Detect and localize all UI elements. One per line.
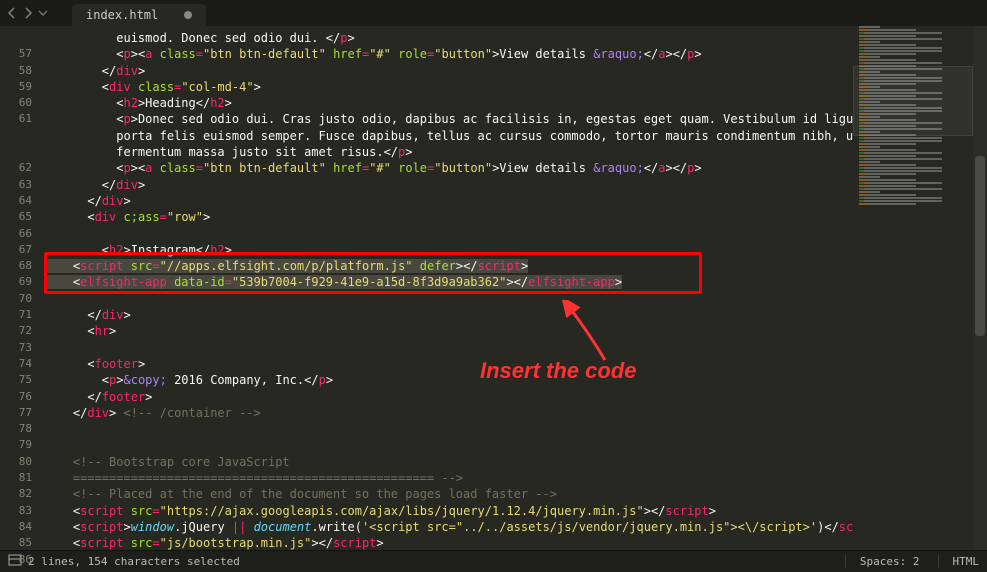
status-spaces[interactable]: Spaces: 2 bbox=[845, 555, 920, 568]
editor-area: 5758596061626364656667686970717273747576… bbox=[0, 26, 987, 550]
tab-bar: index.html bbox=[0, 0, 987, 26]
dropdown-icon[interactable] bbox=[38, 8, 48, 18]
vertical-scrollbar[interactable] bbox=[973, 26, 987, 550]
status-language[interactable]: HTML bbox=[938, 555, 980, 568]
code-editor[interactable]: euismod. Donec sed odio dui. </p> <p><a … bbox=[44, 26, 853, 550]
status-selection: 2 lines, 154 characters selected bbox=[28, 555, 240, 568]
scroll-thumb[interactable] bbox=[975, 156, 985, 336]
minimap-viewport[interactable] bbox=[853, 66, 973, 136]
minimap[interactable] bbox=[853, 26, 973, 550]
status-bar: 2 lines, 154 characters selected Spaces:… bbox=[0, 550, 987, 572]
forward-icon[interactable] bbox=[22, 7, 34, 19]
tab-title: index.html bbox=[86, 8, 158, 22]
back-icon[interactable] bbox=[6, 7, 18, 19]
nav-buttons bbox=[0, 0, 54, 26]
file-tab[interactable]: index.html bbox=[72, 4, 206, 26]
line-gutter: 5758596061626364656667686970717273747576… bbox=[0, 26, 44, 550]
dirty-indicator-icon bbox=[184, 11, 192, 19]
